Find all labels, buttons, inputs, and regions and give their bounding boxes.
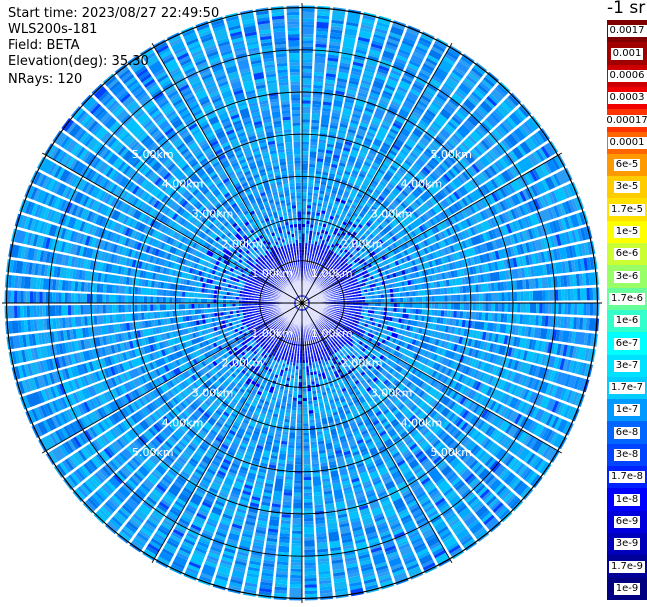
- colorbar-tick-label: 6e-5: [613, 159, 641, 172]
- colorbar-tick-label: 3e-9: [613, 538, 641, 551]
- range-ring-label: 1.00km: [251, 327, 293, 340]
- colorbar-tick-label: 0.0017: [607, 25, 647, 38]
- range-ring-label: 4.00km: [401, 178, 443, 191]
- instrument-label: WLS200s-181: [8, 22, 98, 37]
- range-ring-label: 3.00km: [192, 208, 234, 221]
- colorbar-swatch: 3e-5: [607, 176, 647, 199]
- colorbar-swatch: 0.00017: [604, 109, 647, 132]
- colorbar-tick-label: 3e-8: [613, 449, 641, 462]
- colorbar-swatch: 1.7e-9: [607, 555, 647, 578]
- start-time-label: Start time: 2023/08/27 22:49:50: [8, 6, 220, 21]
- range-ring-label: 2.00km: [341, 237, 383, 250]
- colorbar-swatch: 0.0001: [607, 131, 647, 155]
- colorbar-swatch: 3e-9: [607, 532, 647, 556]
- colorbar-tick-label: 3e-6: [613, 270, 641, 283]
- colorbar-swatch: 1.7e-5: [607, 198, 647, 222]
- elevation-label: Elevation(deg): 35.30: [8, 54, 149, 69]
- range-ring-label: 4.00km: [401, 416, 443, 429]
- colorbar-swatch: 6e-8: [607, 421, 647, 445]
- colorbar-swatch: 1.7e-8: [607, 466, 647, 489]
- range-ring-label: 4.00km: [162, 416, 204, 429]
- range-ring-label: 3.00km: [371, 387, 413, 400]
- colorbar-tick-label: 0.0006: [607, 69, 647, 82]
- range-ring-label: 2.00km: [222, 357, 264, 370]
- colorbar-swatch: 6e-9: [607, 510, 647, 534]
- colorbar-swatch: 1.7e-7: [607, 376, 647, 400]
- colorbar-tick-label: 1.7e-8: [608, 471, 646, 484]
- colorbar-swatch: 0.0017: [607, 20, 647, 43]
- colorbar-tick-label: 6e-7: [613, 337, 641, 350]
- colorbar-swatch: 3e-8: [607, 443, 647, 467]
- colorbar-title: -1 sr: [607, 0, 646, 18]
- colorbar-tick-label: 1.7e-9: [608, 560, 646, 573]
- colorbar-tick-label: 3e-7: [613, 359, 641, 372]
- range-ring-label: 5.00km: [430, 148, 472, 161]
- range-ring-label: 4.00km: [162, 178, 204, 191]
- colorbar-tick-label: 1e-9: [613, 582, 641, 595]
- range-ring-label: 5.00km: [132, 148, 174, 161]
- colorbar-tick-label: 3e-5: [613, 181, 641, 194]
- radar-center-marker: [296, 297, 308, 309]
- colorbar-swatch: 6e-6: [607, 243, 647, 266]
- range-ring-label: 2.00km: [341, 357, 383, 370]
- colorbar-swatch: 0.0003: [607, 86, 647, 110]
- range-ring-label: 5.00km: [430, 446, 472, 459]
- colorbar-tick-label: 1.7e-5: [608, 203, 646, 216]
- colorbar-tick-label: 6e-8: [613, 426, 641, 439]
- ppi-plot: 1.00km 1.00km 1.00km 1.00km 2.00km 2.00km 2.00…: [1, 2, 603, 604]
- colorbar-swatch: 1e-9: [607, 577, 647, 601]
- nrays-label: NRays: 120: [8, 72, 83, 87]
- colorbar-tick-label: 6e-9: [613, 515, 641, 528]
- colorbar-swatch: 3e-6: [607, 265, 647, 289]
- range-ring-label: 1.00km: [311, 327, 353, 340]
- range-ring-label: 3.00km: [192, 387, 234, 400]
- colorbar-tick-label: 1.7e-7: [608, 382, 646, 395]
- colorbar-tick-label: 0.0003: [607, 92, 647, 105]
- colorbar-tick-label: 1e-6: [613, 315, 641, 328]
- colorbar-swatch: 1e-8: [607, 488, 647, 512]
- colorbar-tick-label: 0.0001: [607, 136, 647, 149]
- range-ring-label: 2.00km: [222, 237, 264, 250]
- colorbar-tick-label: 1e-8: [613, 493, 641, 506]
- colorbar-tick-label: 1e-7: [613, 404, 641, 417]
- colorbar-swatch: 1.7e-6: [607, 287, 647, 311]
- colorbar-tick-label: 0.001: [610, 47, 644, 60]
- colorbar-swatch: 1e-7: [607, 399, 647, 422]
- range-ring-label: 3.00km: [371, 208, 413, 221]
- range-ring-label: 5.00km: [132, 446, 174, 459]
- colorbar-tick-label: 0.00017: [604, 114, 647, 127]
- colorbar-swatch: 3e-7: [607, 354, 647, 378]
- range-ring-label: 1.00km: [311, 267, 353, 280]
- colorbar-swatch: 0.0006: [607, 64, 647, 88]
- colorbar-swatch: 1e-5: [607, 220, 647, 244]
- colorbar-swatch: 6e-7: [607, 332, 647, 355]
- colorbar-tick-label: 1.7e-6: [608, 292, 646, 305]
- colorbar-tick-label: 1e-5: [613, 226, 641, 239]
- colorbar-tick-label: 6e-6: [613, 248, 641, 261]
- colorbar-swatch: 0.001: [607, 42, 647, 66]
- colorbar-swatch: 6e-5: [607, 153, 647, 177]
- colorbar-swatch: 1e-6: [607, 309, 647, 333]
- range-ring-label: 1.00km: [251, 267, 293, 280]
- field-label: Field: BETA: [8, 38, 80, 53]
